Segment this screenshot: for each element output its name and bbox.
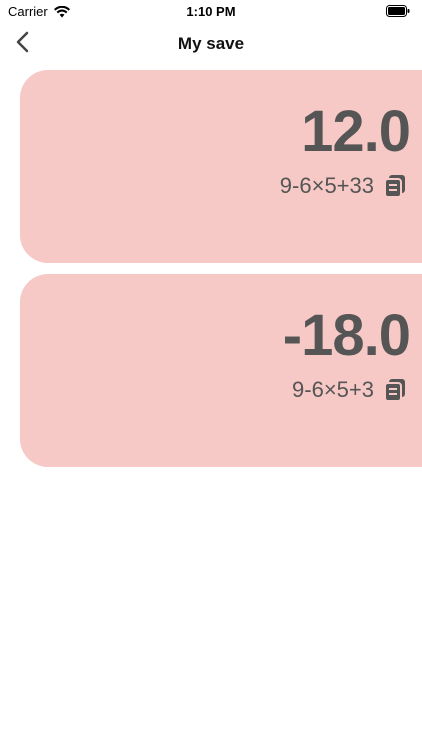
saved-expression-row: 9-6×5+33: [280, 173, 406, 199]
saved-result: 12.0: [301, 99, 411, 164]
saved-card[interactable]: -18.0 9-6×5+3: [20, 274, 422, 467]
nav-bar: My save: [0, 24, 422, 64]
battery-icon: [386, 5, 410, 17]
saved-expression-row: 9-6×5+3: [292, 377, 406, 403]
saved-expression: 9-6×5+33: [279, 173, 374, 198]
copy-icon[interactable]: [384, 378, 406, 402]
status-time: 1:10 PM: [186, 4, 236, 19]
saved-result: -18.0: [282, 303, 411, 368]
copy-icon[interactable]: [384, 174, 406, 198]
status-right: [386, 5, 410, 17]
saved-card[interactable]: 12.0 9-6×5+33: [20, 70, 422, 263]
saved-list: 12.0 9-6×5+33 -18.0 9-6×5+3: [20, 70, 422, 478]
status-bar: Carrier 1:10 PM: [0, 0, 422, 22]
page-title: My save: [177, 34, 245, 53]
saved-expression: 9-6×5+3: [292, 377, 374, 402]
